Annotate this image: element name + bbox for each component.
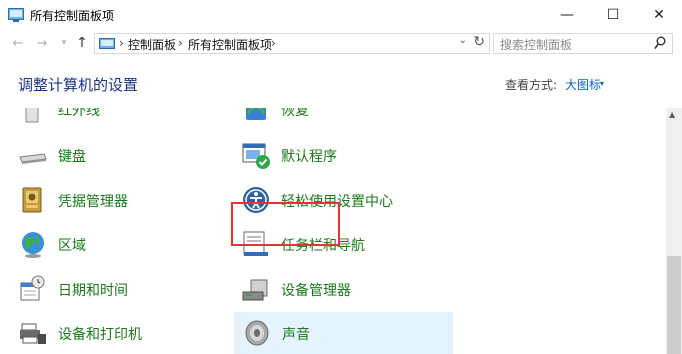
item-keyboard[interactable]: 键盘 [18, 136, 218, 176]
default-programs-icon [242, 143, 270, 169]
printer-icon [20, 323, 46, 344]
address-dropdown-icon[interactable]: ⌄ [459, 35, 467, 46]
keyboard-icon [19, 153, 47, 164]
title-bar: 所有控制面板项 — ☐ ✕ [0, 0, 682, 30]
item-label: 设备管理器 [281, 283, 351, 299]
vertical-scrollbar[interactable]: ▲ [666, 108, 682, 354]
search-input[interactable]: 搜索控制面板 [493, 33, 673, 54]
item-label: 设备和打印机 [58, 327, 142, 343]
search-icon[interactable] [654, 36, 666, 50]
refresh-icon[interactable]: ↻ [473, 34, 485, 50]
item-recovery[interactable]: 恢复 [241, 108, 441, 130]
globe-icon [22, 232, 44, 258]
item-default-programs[interactable]: 默认程序 [241, 136, 441, 176]
breadcrumb-separator[interactable]: › [178, 36, 183, 50]
item-sound[interactable]: 声音 [234, 312, 453, 354]
breadcrumb-separator[interactable]: › [119, 36, 124, 50]
window-title: 所有控制面板项 [30, 9, 115, 23]
search-placeholder: 搜索控制面板 [500, 38, 573, 52]
maximize-button[interactable]: ☐ [590, 0, 636, 30]
item-date-time[interactable]: 日期和时间 [18, 270, 218, 310]
minimize-button[interactable]: — [544, 0, 590, 30]
breadcrumb-control-panel[interactable]: 控制面板 [128, 36, 176, 53]
item-infrared[interactable]: 红外线 [18, 108, 218, 130]
scrollbar-thumb[interactable] [667, 256, 681, 354]
breadcrumb-all-items[interactable]: 所有控制面板项 [188, 36, 272, 53]
up-button[interactable]: ↑ [74, 34, 90, 52]
control-panel-icon [8, 8, 24, 22]
item-credential-manager[interactable]: 凭据管理器 [18, 181, 218, 221]
item-label: 默认程序 [281, 149, 337, 165]
highlight-box [231, 202, 340, 246]
item-label: 恢复 [281, 108, 309, 119]
item-devices-printers[interactable]: 设备和打印机 [18, 314, 218, 354]
item-region[interactable]: 区域 [18, 225, 218, 265]
item-device-manager[interactable]: 设备管理器 [241, 270, 441, 310]
item-label: 区域 [58, 238, 86, 254]
breadcrumb-separator[interactable]: › [271, 36, 276, 50]
control-panel-icon [99, 38, 115, 49]
recovery-icon [246, 108, 266, 120]
page-title: 调整计算机的设置 [18, 76, 139, 94]
close-button[interactable]: ✕ [636, 0, 682, 30]
item-label: 声音 [282, 327, 310, 343]
forward-button[interactable]: → [34, 34, 50, 52]
calendar-clock-icon [20, 275, 45, 301]
item-label: 键盘 [58, 149, 86, 165]
view-by-dropdown[interactable]: 大图标 [565, 76, 601, 93]
credential-manager-icon [22, 187, 42, 213]
view-by-label: 查看方式: [505, 78, 558, 92]
item-label: 凭据管理器 [58, 194, 128, 210]
device-manager-icon [242, 279, 268, 301]
infrared-icon [25, 108, 39, 123]
scroll-up-icon[interactable]: ▲ [669, 110, 675, 119]
item-label: 日期和时间 [58, 283, 128, 299]
item-label: 红外线 [58, 108, 100, 119]
chevron-down-icon[interactable]: ▾ [600, 79, 604, 88]
recent-locations-button[interactable]: ▾ [56, 34, 72, 52]
speaker-icon [245, 320, 269, 346]
navigation-bar: ← → ▾ ↑ › 控制面板 › 所有控制面板项 › ⌄ ↻ 搜索控制面板 [0, 30, 682, 56]
address-bar[interactable]: › 控制面板 › 所有控制面板项 › ⌄ ↻ [94, 33, 490, 54]
back-button[interactable]: ← [10, 34, 26, 52]
